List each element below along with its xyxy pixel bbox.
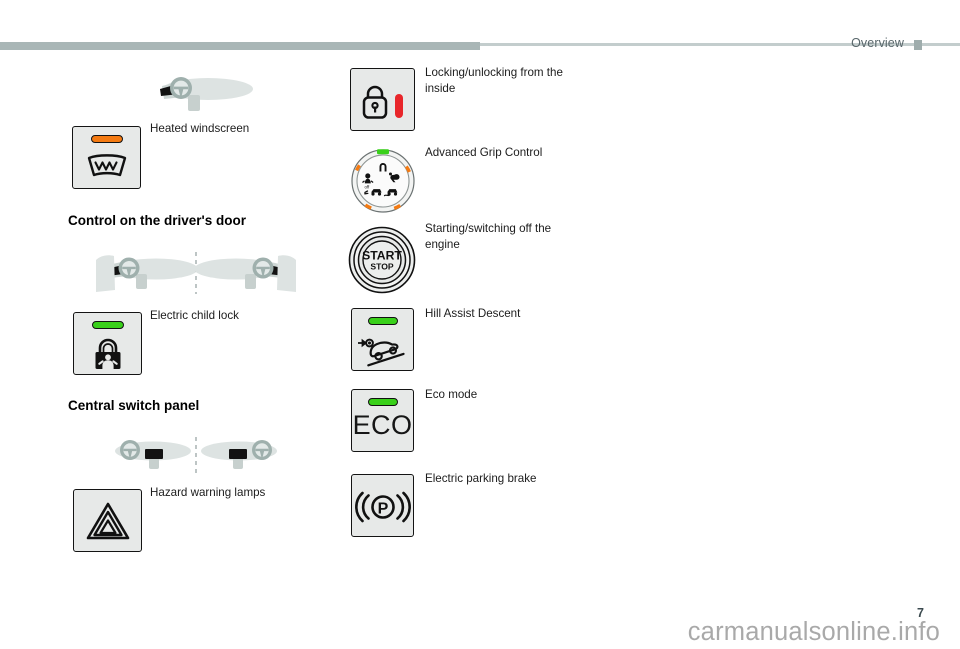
dashboard-pair-with-doors-diagram [94, 252, 298, 302]
electric-child-lock-caption: Electric child lock [150, 309, 239, 322]
section-title-drivers-door: Control on the driver's door [68, 213, 246, 228]
locking-unlocking-inside-caption: Locking/unlocking from the inside [425, 66, 563, 95]
svg-text:P: P [377, 501, 388, 518]
start-stop-engine-caption: Starting/switching off the engine [425, 222, 552, 251]
eco-mode-led [367, 398, 398, 406]
dashboard-single-steering-wheel-diagram [148, 72, 253, 118]
electric-parking-brake-switch[interactable]: P [351, 474, 414, 537]
hazard-triangle-icon [74, 501, 141, 541]
svg-text:off: off [365, 184, 370, 189]
electric-parking-brake-caption: Electric parking brake [425, 472, 537, 485]
hill-assist-descent-led [367, 317, 398, 325]
electric-child-lock-led [91, 321, 124, 329]
electric-child-lock-switch[interactable] [73, 312, 142, 375]
chapter-title: Overview [851, 36, 904, 50]
heated-windscreen-led [90, 135, 123, 143]
hazard-warning-lamps-caption: Hazard warning lamps [150, 486, 266, 499]
section-title-central-switch-panel: Central switch panel [68, 398, 200, 413]
heated-windscreen-switch[interactable] [72, 126, 141, 189]
manual-page: Overview Heated windscreen Control on th… [0, 0, 960, 649]
heated-windscreen-caption: Heated windscreen [150, 122, 250, 135]
start-label: START [362, 249, 402, 263]
parking-brake-icon: P [352, 488, 413, 526]
dashboard-pair-with-centre-panel-diagram [108, 437, 284, 479]
eco-text-icon: ECO [352, 410, 413, 441]
eco-mode-caption: Eco mode [425, 388, 478, 401]
child-lock-padlock-icon [74, 337, 141, 371]
locking-unlocking-inside-switch[interactable] [350, 68, 415, 131]
header-rule [0, 42, 480, 50]
site-watermark: carmanualsonline.info [687, 618, 940, 646]
hill-assist-descent-caption: Hill Assist Descent [425, 307, 521, 320]
hill-assist-descent-switch[interactable] [351, 308, 414, 371]
stop-label: STOP [370, 262, 394, 272]
windscreen-defrost-icon [73, 153, 140, 179]
hazard-warning-lamps-switch[interactable] [73, 489, 142, 552]
square-marker-icon [914, 40, 922, 50]
car-on-slope-icon [352, 334, 413, 367]
advanced-grip-control-dial[interactable]: off [350, 148, 416, 214]
eco-mode-switch[interactable]: ECO [351, 389, 414, 452]
start-stop-engine-button[interactable]: START STOP [348, 226, 416, 294]
padlock-with-red-bar-icon [351, 84, 414, 120]
eco-label: ECO [352, 410, 413, 440]
advanced-grip-control-caption: Advanced Grip Control [425, 146, 543, 159]
